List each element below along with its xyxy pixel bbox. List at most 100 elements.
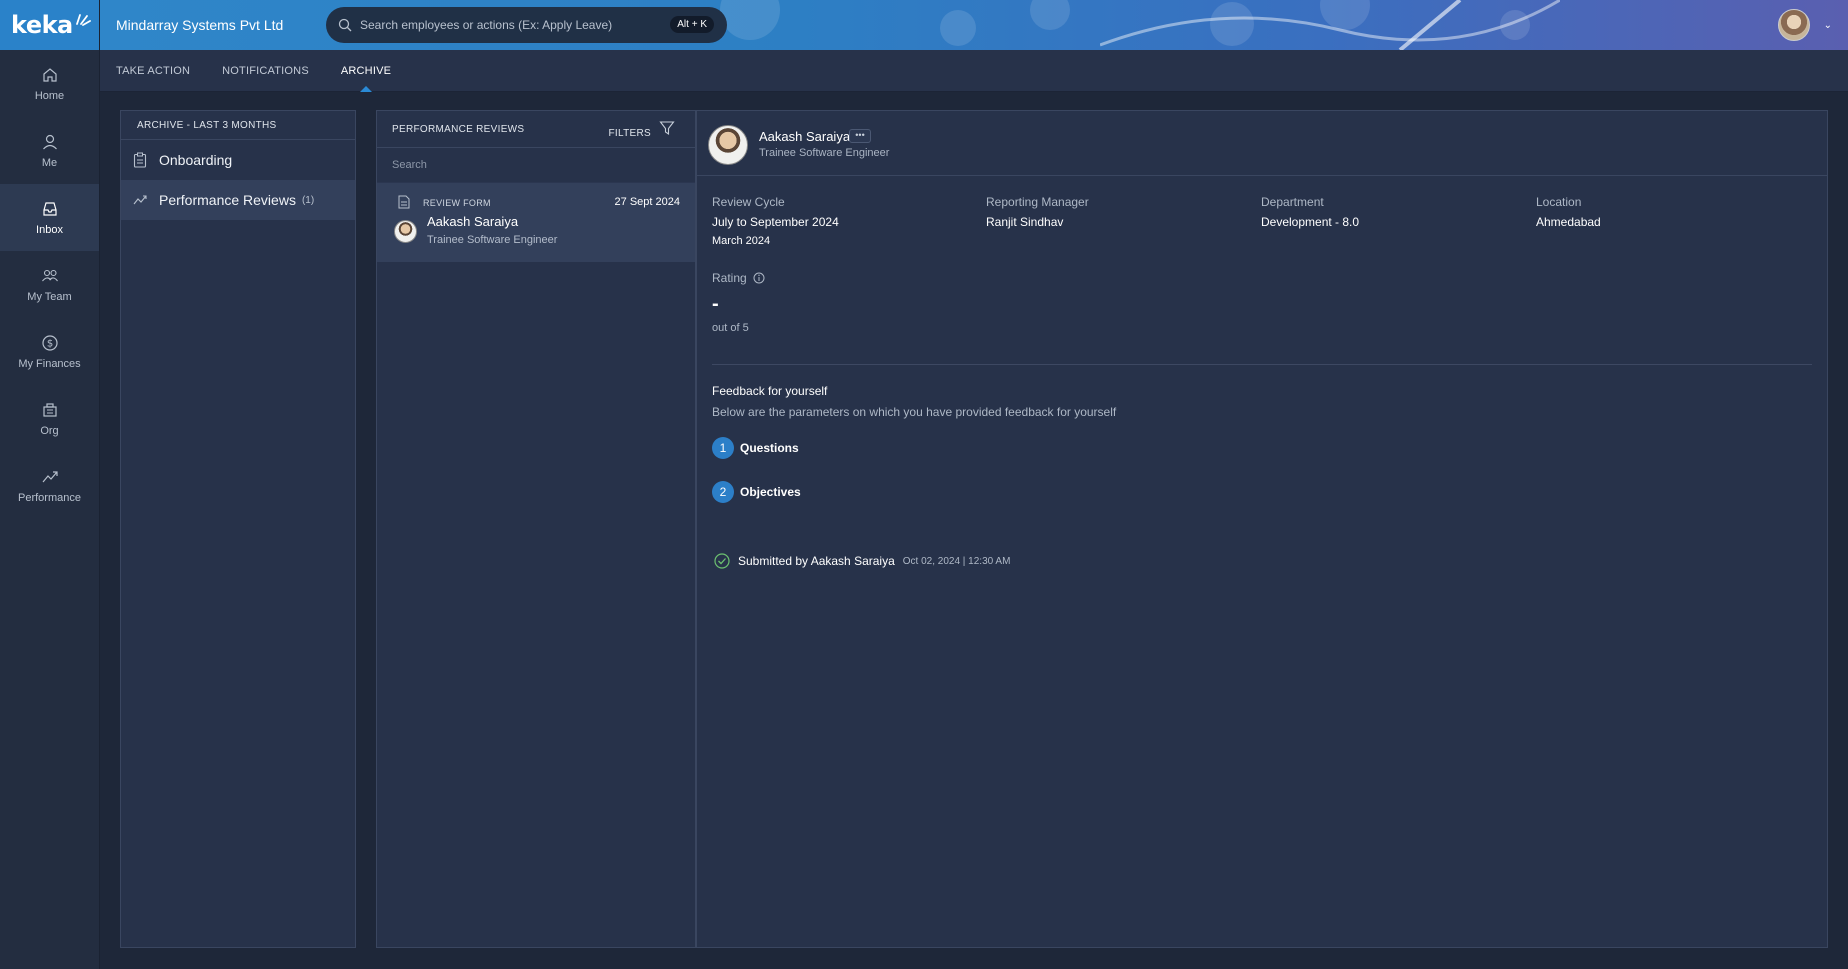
archive-item-count: (1): [301, 194, 315, 206]
feedback-heading: Feedback for yourself: [712, 384, 828, 398]
logo-rays-icon: [75, 14, 91, 26]
field-value: July to September 2024: [712, 215, 839, 229]
chevron-down-icon[interactable]: ⌄: [1824, 20, 1832, 31]
decor-bubble: [1030, 0, 1070, 30]
decor-bubble: [940, 10, 976, 46]
user-icon: [42, 134, 57, 149]
field-value: Ahmedabad: [1536, 215, 1601, 229]
field-review-cycle: Review Cycle July to September 2024 Marc…: [712, 195, 986, 247]
submitted-time: Oct 02, 2024 | 12:30 AM: [902, 555, 1011, 567]
step-number: 2: [712, 481, 734, 503]
sidebar-item-org[interactable]: Org: [0, 385, 99, 452]
archive-panel-title: ARCHIVE - LAST 3 MONTHS: [121, 111, 355, 140]
left-sidebar: keka Home Me Inbox My Team $ My Finances…: [0, 0, 100, 969]
field-label: Location: [1536, 195, 1582, 209]
avatar: [394, 220, 417, 243]
sidebar-item-label: My Team: [27, 290, 72, 303]
inbox-tabs: TAKE ACTION NOTIFICATIONS ARCHIVE: [100, 50, 1848, 92]
team-icon: [41, 269, 58, 281]
tab-notifications[interactable]: NOTIFICATIONS: [222, 50, 309, 92]
submission-status: Submitted by Aakash Saraiya Oct 02, 2024…: [714, 553, 1010, 569]
feedback-section: Feedback for yourself Below are the para…: [712, 384, 1116, 419]
clipboard-icon: [133, 152, 147, 168]
step-objectives[interactable]: 2 Objectives: [712, 481, 801, 503]
tab-take-action[interactable]: TAKE ACTION: [116, 50, 190, 92]
rating-label-row: Rating: [712, 271, 765, 285]
sidebar-item-label: Home: [34, 89, 65, 102]
field-value: Development - 8.0: [1261, 215, 1360, 229]
sidebar-item-my-team[interactable]: My Team: [0, 251, 99, 318]
sidebar-item-inbox[interactable]: Inbox: [0, 184, 99, 251]
step-questions[interactable]: 1 Questions: [712, 437, 799, 459]
rating-label: Rating: [712, 271, 747, 285]
field-location: Location Ahmedabad: [1536, 195, 1810, 229]
dollar-icon: $: [41, 334, 58, 351]
keka-logo[interactable]: keka: [0, 0, 99, 50]
archive-item-label: Performance Reviews: [159, 192, 296, 208]
review-card-name: Aakash Saraiya: [427, 214, 519, 229]
avatar[interactable]: [708, 125, 748, 165]
step-label: Questions: [740, 441, 799, 455]
svg-text:$: $: [46, 338, 52, 349]
review-card-type: REVIEW FORM: [423, 198, 491, 208]
step-label: Objectives: [740, 485, 801, 499]
trend-icon: [133, 195, 147, 205]
sidebar-item-my-finances[interactable]: $ My Finances: [0, 318, 99, 385]
rating-section: Rating - out of 5: [712, 271, 765, 334]
archive-item-performance-reviews[interactable]: Performance Reviews (1): [121, 180, 355, 220]
sidebar-item-label: Inbox: [36, 223, 63, 236]
field-label: Department: [1261, 195, 1324, 209]
tab-archive[interactable]: ARCHIVE: [341, 50, 391, 92]
employee-name[interactable]: Aakash Saraiya: [759, 129, 850, 144]
decor-bubble: [720, 0, 780, 40]
field-subvalue: March 2024: [712, 235, 771, 247]
sidebar-item-label: My Finances: [18, 357, 81, 370]
field-value: Ranjit Sindhav: [986, 215, 1064, 229]
reviews-list-header: PERFORMANCE REVIEWS FILTERS: [377, 111, 695, 148]
review-card[interactable]: REVIEW FORM 27 Sept 2024 Aakash Saraiya …: [377, 182, 695, 262]
field-department: Department Development - 8.0: [1261, 195, 1535, 229]
more-options-button[interactable]: •••: [849, 129, 871, 143]
sidebar-item-me[interactable]: Me: [0, 117, 99, 184]
check-circle-icon: [714, 553, 730, 569]
archive-item-onboarding[interactable]: Onboarding: [121, 140, 355, 180]
sidebar-item-performance[interactable]: Performance: [0, 452, 99, 519]
decor-swirl: [1100, 0, 1560, 50]
archive-item-label: Onboarding: [159, 152, 233, 168]
field-label: Reporting Manager: [986, 195, 1089, 209]
org-icon: [42, 402, 57, 417]
sidebar-item-label: Performance: [18, 491, 81, 504]
filters-button[interactable]: FILTERS: [609, 128, 651, 139]
avatar[interactable]: [1778, 9, 1810, 41]
inbox-icon: [42, 201, 57, 216]
document-icon: [398, 195, 410, 209]
field-label: Review Cycle: [712, 195, 785, 209]
reviews-search-input[interactable]: [392, 159, 672, 171]
employee-designation: Trainee Software Engineer: [759, 147, 890, 159]
review-card-date: 27 Sept 2024: [614, 196, 680, 208]
reviews-list-title: PERFORMANCE REVIEWS: [392, 124, 525, 135]
rating-value: -: [712, 293, 719, 315]
feedback-subtext: Below are the parameters on which you ha…: [712, 405, 1117, 419]
employee-header: Aakash Saraiya ••• Trainee Software Engi…: [697, 111, 1827, 176]
submitted-by-text: Submitted by Aakash Saraiya: [738, 554, 895, 568]
company-name[interactable]: Mindarray Systems Pvt Ltd: [116, 17, 283, 33]
reviews-search[interactable]: [377, 148, 695, 182]
trend-icon: [42, 470, 58, 482]
search-input[interactable]: [360, 18, 660, 32]
archive-panel: ARCHIVE - LAST 3 MONTHS Onboarding Perfo…: [120, 110, 356, 948]
step-number: 1: [712, 437, 734, 459]
global-search[interactable]: Alt + K: [326, 7, 727, 43]
top-header: Mindarray Systems Pvt Ltd Alt + K ⌄: [100, 0, 1848, 50]
divider: [712, 364, 1812, 365]
home-icon: [42, 67, 57, 82]
filter-icon[interactable]: [659, 120, 675, 136]
search-icon: [338, 18, 352, 32]
logo-text: keka: [11, 11, 73, 39]
sidebar-item-home[interactable]: Home: [0, 50, 99, 117]
field-reporting-manager: Reporting Manager Ranjit Sindhav: [986, 195, 1260, 229]
sidebar-item-label: Org: [40, 424, 59, 437]
sidebar-item-label: Me: [41, 156, 58, 169]
info-icon[interactable]: [753, 272, 765, 284]
review-detail-panel: Aakash Saraiya ••• Trainee Software Engi…: [696, 110, 1828, 948]
